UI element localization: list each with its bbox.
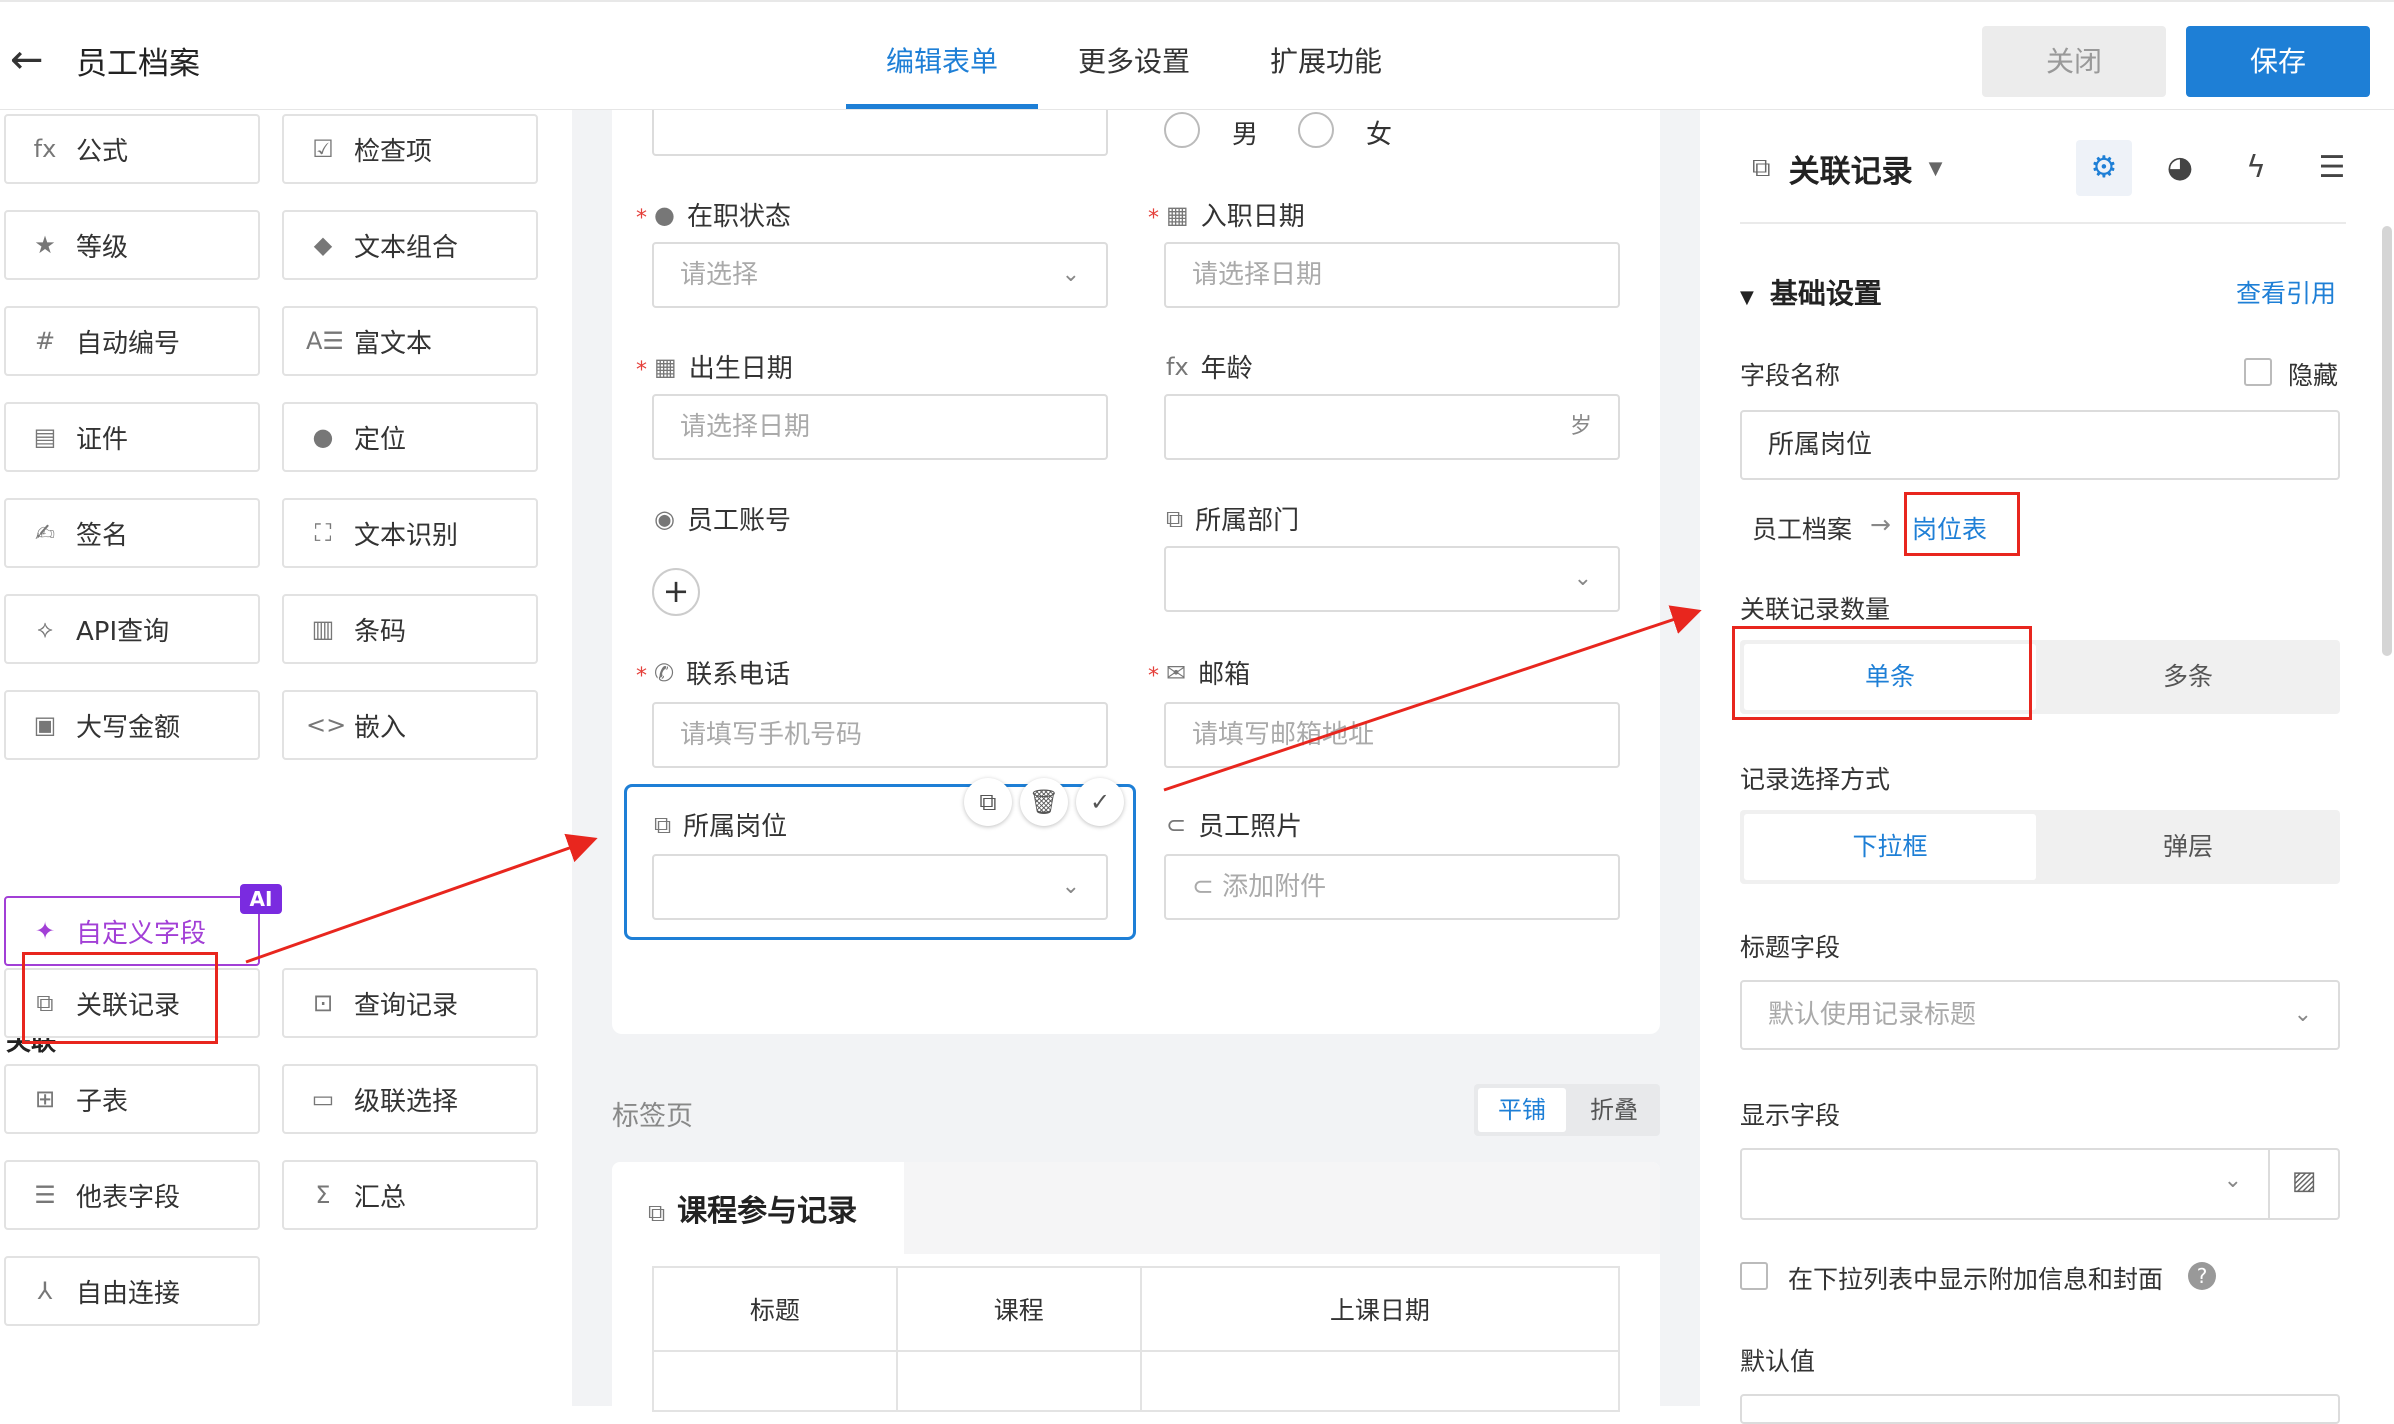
annotation-arrow [1163, 605, 1702, 792]
annotation-arrows [245, 605, 1702, 964]
annotation-arrow [245, 833, 598, 964]
